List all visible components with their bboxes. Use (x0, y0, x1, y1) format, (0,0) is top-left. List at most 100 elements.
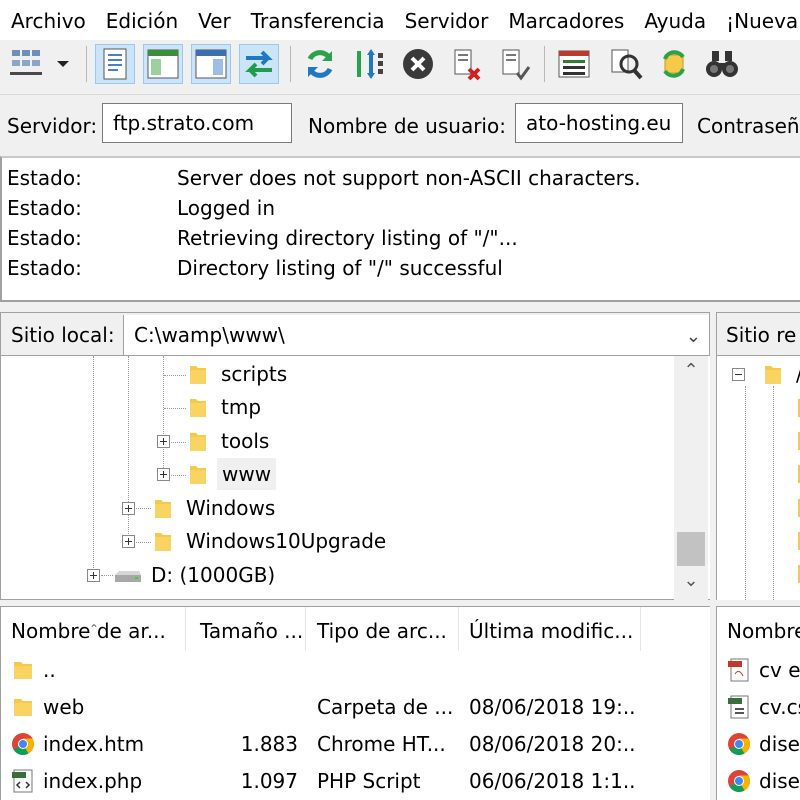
file-size: 1.883 (240, 732, 298, 756)
tree-node-scripts[interactable]: scripts (1, 358, 671, 390)
file-name: dise (759, 732, 800, 756)
expand-icon[interactable] (122, 535, 135, 548)
tree-guide (773, 386, 774, 600)
tree-node-drive-d[interactable]: D: (1000GB) (1, 559, 671, 591)
menu-servidor[interactable]: Servidor (395, 0, 499, 40)
toggle-remote-tree-button[interactable] (191, 44, 231, 84)
remote-file-list[interactable]: Nombre cv en cv.cs dise dise (716, 606, 800, 800)
log-status: Estado: (7, 256, 82, 280)
local-file-list[interactable]: ⌃ Nombre de ar... Tamaño ... Tipo de arc… (0, 606, 710, 800)
menu-nueva[interactable]: ¡Nueva (716, 0, 800, 40)
menu-ayuda[interactable]: Ayuda (634, 0, 716, 40)
scroll-thumb[interactable] (677, 532, 705, 566)
column-size[interactable]: Tamaño ... (190, 607, 306, 651)
file-modified: 06/06/2018 1:1... (469, 769, 637, 793)
directory-filter-button[interactable] (554, 44, 594, 84)
sync-browsing-button[interactable] (654, 44, 694, 84)
menu-ver[interactable]: Ver (188, 0, 241, 40)
log-message: Logged in (177, 196, 276, 220)
local-tree-icon (147, 49, 179, 79)
column-label: Tipo de arc... (317, 619, 447, 643)
tree-node-tmp[interactable]: tmp (1, 391, 671, 423)
folder-icon (190, 433, 206, 451)
local-directory-tree[interactable]: scripts tmp tools www Windows Windows10U… (0, 356, 710, 600)
expand-icon[interactable] (157, 468, 170, 481)
remote-file-row[interactable]: dise (717, 763, 800, 800)
menu-transferencia[interactable]: Transferencia (241, 0, 395, 40)
remote-file-row[interactable]: cv.cs (717, 689, 800, 726)
reconnect-button[interactable] (494, 44, 534, 84)
sort-ascending-icon: ⌃ (89, 622, 100, 636)
folder-icon (14, 662, 32, 679)
scroll-up-icon[interactable]: ⌃ (674, 356, 708, 386)
sync-icon (663, 50, 685, 78)
tree-node-label: D: (1000GB) (151, 563, 276, 587)
binoculars-icon (706, 51, 738, 77)
magnifier-icon (611, 49, 643, 80)
column-label: Última modific... (469, 619, 634, 643)
remote-directory-tree[interactable]: / (716, 356, 800, 600)
column-modified[interactable]: Última modific... (459, 607, 641, 651)
file-modified: 08/06/2018 20:... (469, 732, 637, 756)
toolbar-separator (544, 46, 545, 82)
tree-node-windows10upgrade[interactable]: Windows10Upgrade (1, 525, 671, 557)
remote-column-name[interactable]: Nombre (717, 607, 800, 651)
cancel-icon (403, 49, 433, 79)
tree-node-label: Windows10Upgrade (186, 529, 387, 553)
toggle-local-tree-button[interactable] (143, 44, 183, 84)
tree-node-tools[interactable]: tools (1, 425, 671, 457)
menu-archivo[interactable]: Archivo (0, 0, 96, 40)
remote-file-row[interactable]: dise (717, 726, 800, 763)
file-name: index.htm (43, 732, 145, 756)
site-manager-icon (10, 50, 42, 75)
compare-dirs-button[interactable] (606, 44, 646, 84)
scroll-down-icon[interactable]: ⌄ (674, 566, 708, 596)
search-files-button[interactable] (702, 44, 742, 84)
refresh-icon (307, 50, 333, 78)
collapse-icon[interactable] (732, 368, 745, 381)
process-queue-icon (357, 49, 383, 79)
tree-node-label: Windows (186, 496, 276, 520)
file-row-web[interactable]: web Carpeta de ... 08/06/2018 19:... (1, 689, 710, 726)
expand-icon[interactable] (122, 502, 135, 515)
file-type: Carpeta de ... (317, 695, 454, 719)
site-manager-dropdown[interactable] (48, 44, 78, 84)
refresh-button[interactable] (300, 44, 340, 84)
chevron-down-icon[interactable]: ⌄ (686, 317, 701, 357)
expand-icon[interactable] (157, 435, 170, 448)
toggle-log-button[interactable] (95, 44, 135, 84)
remote-tree-root[interactable]: / (717, 358, 800, 390)
file-row-index-htm[interactable]: index.htm 1.883 Chrome HT... 08/06/2018 … (1, 726, 710, 763)
file-size: 1.097 (240, 769, 298, 793)
reconnect-icon (502, 49, 531, 81)
menu-marcadores[interactable]: Marcadores (498, 0, 634, 40)
tree-node-label: tmp (221, 395, 262, 419)
tree-node-label: tools (221, 429, 270, 453)
tree-node-label: www (217, 458, 277, 490)
site-manager-button[interactable] (6, 44, 46, 84)
local-tree-scrollbar[interactable]: ⌃ ⌄ (674, 356, 708, 600)
expand-icon[interactable] (87, 569, 100, 582)
file-name: web (43, 695, 85, 719)
toggle-transfer-queue-button[interactable] (239, 44, 279, 84)
remote-file-row[interactable]: cv en (717, 652, 800, 689)
css-file-icon (728, 695, 749, 719)
host-input[interactable]: ftp.strato.com (102, 103, 292, 143)
disconnect-icon (454, 49, 481, 81)
process-queue-button[interactable] (350, 44, 390, 84)
column-name[interactable]: ⌃ Nombre de ar... (1, 607, 186, 651)
cancel-operation-button[interactable] (398, 44, 438, 84)
message-log[interactable]: Estado: Server does not support non-ASCI… (0, 156, 800, 302)
column-label: Tamaño ... (200, 619, 304, 643)
chevron-down-icon (57, 61, 69, 67)
file-row-index-php[interactable]: index.php 1.097 PHP Script 06/06/2018 1:… (1, 763, 710, 800)
tree-node-www[interactable]: www (1, 458, 671, 490)
menu-edicion[interactable]: Edición (96, 0, 188, 40)
tree-node-windows[interactable]: Windows (1, 492, 671, 524)
column-type[interactable]: Tipo de arc... (307, 607, 459, 651)
log-message: Server does not support non-ASCII charac… (177, 166, 641, 190)
local-path-combo[interactable]: C:\wamp\www\ ⌄ (123, 315, 709, 355)
username-input[interactable]: ato-hosting.eu (515, 103, 683, 143)
file-row-parent[interactable]: .. (1, 652, 710, 689)
disconnect-button[interactable] (446, 44, 486, 84)
